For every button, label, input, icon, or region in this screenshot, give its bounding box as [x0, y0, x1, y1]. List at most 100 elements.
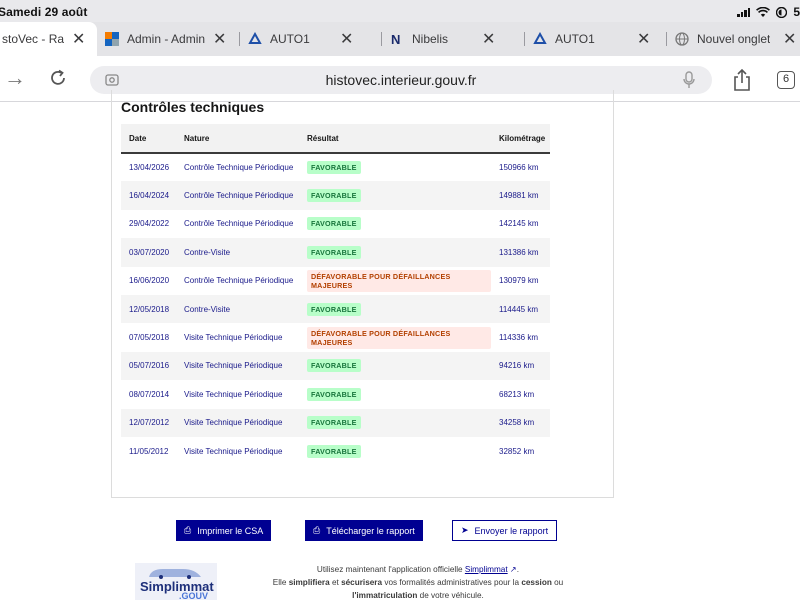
- cell-result: FAVORABLE: [299, 437, 491, 465]
- tab-label: stoVec - Rap: [2, 32, 64, 46]
- tab-label: AUTO1: [555, 32, 595, 46]
- table-row: 11/05/2012 Visite Technique Périodique FAV…: [121, 437, 550, 465]
- tab-new-tab[interactable]: Nouvel onglet ✕: [667, 22, 800, 56]
- result-badge: FAVORABLE: [307, 302, 361, 316]
- promo-bold: l'immatriculation: [352, 591, 418, 600]
- cell-date: 05/07/2016: [129, 361, 170, 371]
- cell-nature: Contrôle Technique Périodique: [184, 276, 294, 286]
- cell-nature: Contre-Visite: [184, 247, 231, 257]
- result-badge: FAVORABLE: [307, 161, 361, 175]
- result-badge: FAVORABLE: [307, 189, 361, 203]
- table-row: 29/04/2022 Contrôle Technique Périodique F…: [121, 210, 550, 238]
- table-row: 16/04/2024 Contrôle Technique Périodique F…: [121, 181, 550, 210]
- promo-intro: Utilisez maintenant l'application offici…: [316, 565, 463, 574]
- download-report-button[interactable]: ⎙ Télécharger le rapport: [305, 520, 423, 541]
- focus-moon-icon: [776, 6, 788, 18]
- table-row: 13/04/2026 Contrôle Technique Périodique F…: [121, 153, 550, 181]
- print-csa-button[interactable]: ⎙ Imprimer le CSA: [176, 520, 272, 541]
- share-icon[interactable]: [731, 68, 753, 92]
- cell-result: DÉFAVORABLE POUR DÉFAILLANCES MAJEURES: [299, 267, 491, 295]
- column-header-date: Date: [121, 124, 176, 154]
- tab-label: AUTO1: [270, 32, 310, 46]
- cell-result: FAVORABLE: [299, 238, 491, 266]
- promo-bold: simplifiera: [288, 578, 330, 587]
- table-row: 05/07/2016 Visite Technique Périodique FAV…: [121, 351, 550, 381]
- cell-result: FAVORABLE: [299, 409, 491, 437]
- cell-result: FAVORABLE: [299, 380, 491, 408]
- close-icon[interactable]: ✕: [213, 29, 226, 49]
- promo-text: vos formalités administratives pour la: [384, 578, 520, 587]
- result-badge: FAVORABLE: [307, 387, 361, 401]
- cell-mileage: 94216 km: [499, 361, 535, 371]
- print-csa-label: Imprimer le CSA: [197, 525, 264, 536]
- download-report-label: Télécharger le rapport: [326, 525, 415, 536]
- cell-nature: Contre-Visite: [184, 304, 231, 314]
- tab-auto1-2[interactable]: AUTO1 ✕: [525, 22, 667, 56]
- promo-text: ou: [554, 578, 564, 587]
- reload-icon[interactable]: [48, 68, 68, 88]
- simplimmat-logo[interactable]: Simplimmat .GOUV: [135, 563, 217, 601]
- send-report-button[interactable]: ➤ Envoyer le rapport: [452, 520, 558, 541]
- external-link-icon[interactable]: ↗: [510, 565, 517, 574]
- url-text: histovec.interieur.gouv.fr: [325, 72, 477, 88]
- cell-result: FAVORABLE: [299, 352, 491, 380]
- table-row: 08/07/2014 Visite Technique Périodique FAV…: [121, 380, 550, 408]
- close-icon[interactable]: ✕: [783, 29, 796, 49]
- forward-arrow-icon[interactable]: →: [4, 67, 26, 89]
- svg-text:N: N: [391, 32, 400, 46]
- result-badge: FAVORABLE: [307, 359, 361, 373]
- tab-histovec[interactable]: stoVec - Rap ✕: [0, 22, 97, 56]
- cell-mileage: 32852 km: [499, 446, 535, 456]
- car-icon: [149, 569, 201, 579]
- column-header-result: Résultat: [299, 124, 491, 154]
- cell-mileage: 114336 km: [499, 333, 538, 343]
- column-header-mileage: Kilométrage: [491, 124, 550, 154]
- tab-label: Nibelis: [412, 32, 449, 46]
- cell-date: 29/04/2022: [129, 219, 170, 229]
- close-icon[interactable]: ✕: [482, 29, 495, 49]
- table-row: 07/05/2018 Visite Technique Périodique DÉF…: [121, 323, 550, 351]
- result-badge: FAVORABLE: [307, 416, 361, 430]
- auto1-favicon-icon: [533, 32, 547, 44]
- promo-text: et: [331, 578, 339, 587]
- technical-controls-table: Date Nature Résultat Kilométrage 13/04/2…: [121, 124, 550, 465]
- cell-date: 13/04/2026: [129, 163, 170, 173]
- cell-date: 16/06/2020: [129, 276, 170, 286]
- tab-count-button[interactable]: 6: [777, 71, 795, 89]
- result-badge: DÉFAVORABLE POUR DÉFAILLANCES MAJEURES: [307, 269, 491, 292]
- wifi-icon: [756, 6, 771, 17]
- section-title: Contrôles techniques: [121, 99, 265, 115]
- cell-nature: Visite Technique Périodique: [184, 389, 283, 399]
- admin-favicon-icon: [105, 32, 119, 46]
- cell-mileage: 150966 km: [499, 163, 539, 173]
- simplimmat-link[interactable]: Simplimmat: [465, 565, 508, 574]
- cell-nature: Visite Technique Périodique: [184, 418, 283, 428]
- tab-auto1[interactable]: AUTO1 ✕: [240, 22, 382, 56]
- cell-date: 03/07/2020: [129, 247, 170, 257]
- result-badge: FAVORABLE: [307, 217, 361, 231]
- cell-date: 16/04/2024: [129, 191, 170, 201]
- nibelis-favicon-icon: N: [391, 32, 400, 46]
- microphone-icon[interactable]: [682, 71, 696, 89]
- cellular-signal-icon: [737, 7, 751, 17]
- close-icon[interactable]: ✕: [340, 29, 353, 49]
- status-icons: 5: [737, 5, 800, 19]
- tab-admin[interactable]: Admin - Admin ✕: [97, 22, 240, 56]
- result-badge: FAVORABLE: [307, 245, 361, 259]
- close-icon[interactable]: ✕: [637, 29, 650, 49]
- cell-mileage: 131386 km: [499, 247, 539, 257]
- tab-strip: stoVec - Rap ✕ Admin - Admin ✕ AUTO1 ✕ N…: [0, 22, 800, 56]
- tab-label: Nouvel onglet: [697, 32, 771, 46]
- globe-icon: [675, 32, 689, 46]
- tab-nibelis[interactable]: N Nibelis ✕: [382, 22, 525, 56]
- column-header-nature: Nature: [176, 124, 299, 154]
- cell-nature: Visite Technique Périodique: [184, 361, 283, 371]
- printer-icon: ⎙: [313, 525, 321, 535]
- promo-text: Elle: [272, 578, 287, 587]
- cell-nature: Contrôle Technique Périodique: [184, 219, 294, 229]
- close-icon[interactable]: ✕: [72, 29, 85, 49]
- status-bar: Samedi 29 août 5: [0, 0, 800, 22]
- cell-mileage: 34258 km: [499, 418, 535, 428]
- cell-result: FAVORABLE: [299, 210, 491, 238]
- cell-date: 12/07/2012: [129, 418, 170, 428]
